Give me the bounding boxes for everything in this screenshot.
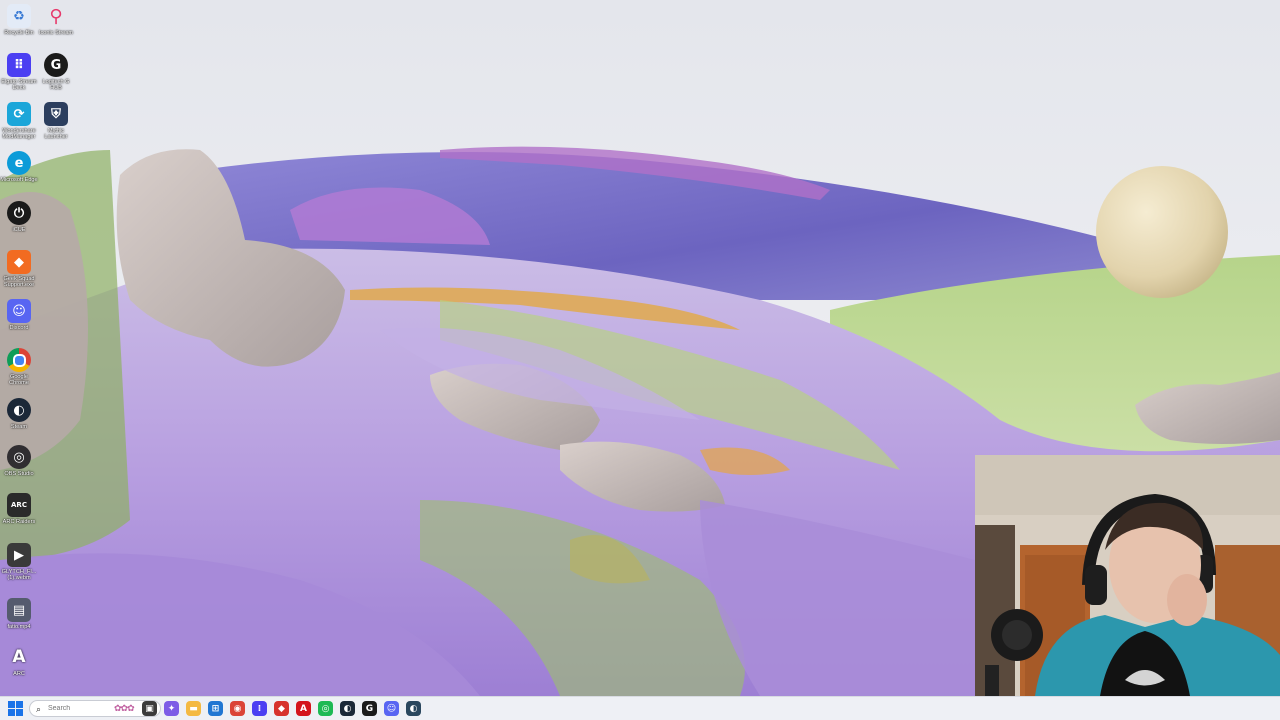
folder-icon: ▬ (189, 703, 198, 714)
search-icon: ⌕ (36, 704, 42, 714)
desktop-icon-label: ARC Raiders (2, 519, 36, 525)
logitech-g-icon: G (44, 53, 68, 77)
icue-icon: ⏻ (7, 201, 31, 225)
task-view-icon: ▣ (145, 703, 154, 714)
desktop-icon-label: Elgato Stream Deck (1, 79, 37, 92)
taskbar-app-spotify[interactable]: ◎ (318, 701, 333, 716)
taskbar-app-stream-deck[interactable]: ⁞ (252, 701, 267, 716)
taskbar-app-file-explorer[interactable]: ▬ (186, 701, 201, 716)
stream-deck-icon: ⠿ (7, 53, 31, 77)
desktop-icon-label: OBS Studio (4, 471, 34, 477)
desktop-icon-arc[interactable]: A ARC (0, 645, 38, 677)
desktop-icon-label: Recycle Bin (4, 30, 34, 36)
desktop-icon-mod-manager[interactable]: ⟳ Wondershare ModManager (0, 102, 38, 141)
desktop-icon-google-chrome[interactable]: Google Chrome (0, 348, 38, 387)
desktop-icon-arc-raiders[interactable]: ARC ARC Raiders (0, 493, 38, 525)
arc-letter-icon: A (12, 647, 26, 667)
search-input[interactable] (48, 702, 108, 715)
taskbar-app-logitech[interactable]: G (362, 701, 377, 716)
taskbar-app-microsoft-store[interactable]: ⊞ (208, 701, 223, 716)
desktop-icon-label: GLYTCH_Fl... (1).webm (1, 569, 37, 582)
geek-squad-icon: ◆ (278, 703, 285, 714)
desktop-icon-label: Microsoft Edge (0, 177, 38, 183)
store-icon: ⊞ (211, 703, 220, 714)
desktop-icon-label: Wondershare ModManager (2, 128, 36, 141)
discord-icon: ☺ (386, 703, 397, 714)
spotify-icon: ◎ (321, 703, 330, 714)
desktop-icon-obs-studio[interactable]: ◎ OBS Studio (0, 445, 38, 477)
taskbar-app-geek-squad[interactable]: ◆ (274, 701, 289, 716)
desktop-icon-label: fatio.mp4 (7, 624, 31, 630)
mp4-file-icon: ▤ (7, 598, 31, 622)
discord-icon: ☺ (7, 299, 31, 323)
shield-icon: ⛨ (44, 102, 68, 126)
steam-icon: ◐ (343, 703, 352, 714)
webcam-overlay (975, 455, 1280, 696)
desktop-icon-stream-deck[interactable]: ⠿ Elgato Stream Deck (0, 53, 38, 92)
taskbar-app-task-view[interactable]: ▣ (142, 701, 157, 716)
obs-icon: ◎ (7, 445, 31, 469)
steam-icon: ◐ (7, 398, 31, 422)
desktop-icon-recycle-bin[interactable]: ♻ Recycle Bin (0, 4, 38, 36)
start-button[interactable] (8, 701, 24, 717)
taskbar-app-copilot[interactable]: ✦ (164, 701, 179, 716)
taskbar-app-steam[interactable]: ◐ (340, 701, 355, 716)
video-file-icon: ▶ (7, 543, 31, 567)
taskbar-app-discord[interactable]: ☺ (384, 701, 399, 716)
desktop-icon-label: Steam (10, 424, 28, 430)
map-pin-icon: ⚲ (49, 5, 63, 27)
desktop-icon-microsoft-edge[interactable]: e Microsoft Edge (0, 151, 38, 183)
logitech-g-icon: G (365, 703, 374, 714)
desktop-icon-label: Logitech G HUB (42, 79, 70, 92)
desktop-icon-label: Discord (9, 325, 29, 331)
stream-deck-icon: ⁞ (257, 703, 262, 714)
taskbar: ⌕ ✿✿✿ ▣ ✦ ▬ ⊞ ◉ ⁞ ◆ A ◎ ◐ G ☺ ◐ (0, 696, 1280, 720)
chrome-icon: ◉ (233, 703, 242, 714)
desktop-icon-logitech-g-hub[interactable]: G Logitech G HUB (37, 53, 75, 92)
chrome-icon (7, 348, 31, 372)
desktop-icon-discord[interactable]: ☺ Discord (0, 299, 38, 331)
mod-manager-icon: ⟳ (7, 102, 31, 126)
windows-logo-icon (8, 701, 15, 708)
desktop-icon-label: ARC (13, 671, 25, 677)
desktop-icon-label: Geek Squad Support.exe (3, 276, 35, 289)
desktop-icon-steam[interactable]: ◐ Steam (0, 398, 38, 430)
desktop-icon-glytch-video[interactable]: ▶ GLYTCH_Fl... (1).webm (0, 543, 38, 582)
steam-icon: ◐ (409, 703, 418, 714)
desktop-icon-mythic-launcher[interactable]: ⛨ Mythic Launcher (37, 102, 75, 141)
desktop-icon-label: Mythic Launcher (44, 128, 68, 141)
desktop-icon-label: iCUE (12, 227, 26, 233)
arc-raiders-icon: ARC (7, 493, 31, 517)
webcam-feed-image (975, 455, 1280, 696)
search-highlight-icon: ✿✿✿ (114, 703, 135, 713)
desktop-icon-geek-squad[interactable]: ◆ Geek Squad Support.exe (0, 250, 38, 289)
taskbar-app-steam-2[interactable]: ◐ (406, 701, 421, 716)
taskbar-app-chrome[interactable]: ◉ (230, 701, 245, 716)
edge-icon: e (7, 151, 31, 175)
adobe-icon: A (300, 703, 307, 714)
desktop-icon-label: Iconic Stream (38, 30, 74, 36)
desktop-icon-label: Google Chrome (9, 374, 29, 387)
geek-squad-icon: ◆ (7, 250, 31, 274)
taskbar-app-adobe[interactable]: A (296, 701, 311, 716)
recycle-bin-icon: ♻ (7, 4, 31, 28)
desktop-icon-fatio-mp4[interactable]: ▤ fatio.mp4 (0, 598, 38, 630)
desktop-icon-icue[interactable]: ⏻ iCUE (0, 201, 38, 233)
desktop-icon-iconic-stream[interactable]: ⚲ Iconic Stream (37, 4, 75, 37)
copilot-icon: ✦ (167, 703, 176, 714)
